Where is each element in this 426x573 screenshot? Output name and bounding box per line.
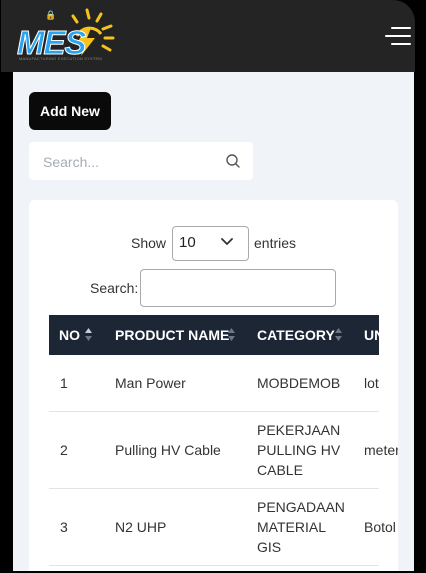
app-frame: 🔒 MES MANUFACTURING EXECUTION SYSTEM Add…	[0, 0, 426, 573]
products-table-card: Show 10 entries Search: NO PRODUCT NAME …	[29, 200, 398, 571]
table-search-control: Search:	[29, 269, 398, 307]
main-content: Add New Show 10 entries Search:	[13, 72, 414, 571]
cell-unit: lot	[364, 375, 379, 391]
cell-category: PENGADAAN	[257, 499, 345, 515]
cell-category: CABLE	[257, 462, 303, 478]
cell-no: 1	[60, 375, 68, 391]
table-row[interactable]: 3 N2 UHP PENGADAAN MATERIAL GIS Botol	[49, 489, 396, 566]
column-header-product-name[interactable]: PRODUCT NAME	[115, 315, 229, 355]
entries-value: 10	[179, 234, 196, 251]
table-row[interactable]: 1 Man Power MOBDEMOB lot	[49, 355, 379, 412]
cell-product-name: N2 UHP	[115, 519, 167, 535]
cell-category: MATERIAL	[257, 519, 326, 535]
cell-product-name: Man Power	[115, 375, 186, 391]
column-header-unit[interactable]: UNIT	[364, 315, 397, 355]
product-search-box	[29, 142, 253, 182]
mes-logo[interactable]: 🔒 MES MANUFACTURING EXECUTION SYSTEM	[15, 8, 115, 64]
cell-category: MOBDEMOB	[257, 375, 341, 391]
column-header-no[interactable]: NO	[59, 315, 80, 355]
column-header-category[interactable]: CATEGORY	[257, 315, 335, 355]
products-table: NO PRODUCT NAME CATEGORY UNIT 1 Man Powe…	[49, 315, 398, 566]
table-search-input[interactable]	[140, 269, 336, 307]
cell-unit: Botol	[364, 519, 396, 535]
cell-no: 2	[60, 442, 68, 458]
column-header-label: NO	[59, 327, 80, 343]
cell-no: 3	[60, 519, 68, 535]
column-header-label: CATEGORY	[257, 327, 335, 343]
column-header-label: PRODUCT NAME	[115, 327, 230, 343]
sort-icon[interactable]	[335, 328, 342, 342]
table-header: NO PRODUCT NAME CATEGORY UNIT	[49, 315, 397, 355]
cell-unit: meter	[364, 442, 398, 458]
sort-icon[interactable]	[228, 328, 235, 342]
cell-product-name: Pulling HV Cable	[115, 442, 221, 458]
entries-label: entries	[254, 235, 297, 251]
entries-per-page-select[interactable]: 10	[172, 226, 249, 261]
svg-text:🔒: 🔒	[45, 10, 56, 20]
column-header-label: UNIT	[364, 327, 397, 343]
product-search-input[interactable]	[41, 142, 225, 182]
chevron-down-icon	[221, 238, 233, 245]
cell-category: GIS	[257, 539, 282, 555]
cell-category: PEKERJAAN	[257, 422, 341, 438]
entries-control: Show 10 entries	[29, 226, 398, 261]
cell-category: PULLING HV	[257, 442, 341, 458]
logo-tagline: MANUFACTURING EXECUTION SYSTEM	[19, 56, 102, 61]
hamburger-menu-icon[interactable]	[385, 25, 411, 47]
sort-ascending-icon[interactable]	[85, 328, 92, 342]
search-icon[interactable]	[226, 154, 240, 168]
top-header: 🔒 MES MANUFACTURING EXECUTION SYSTEM	[1, 0, 415, 72]
table-row[interactable]: 2 Pulling HV Cable PEKERJAAN PULLING HV …	[49, 412, 398, 489]
table-search-label: Search:	[90, 280, 139, 296]
add-new-button[interactable]: Add New	[29, 92, 111, 130]
show-label: Show	[131, 235, 167, 251]
